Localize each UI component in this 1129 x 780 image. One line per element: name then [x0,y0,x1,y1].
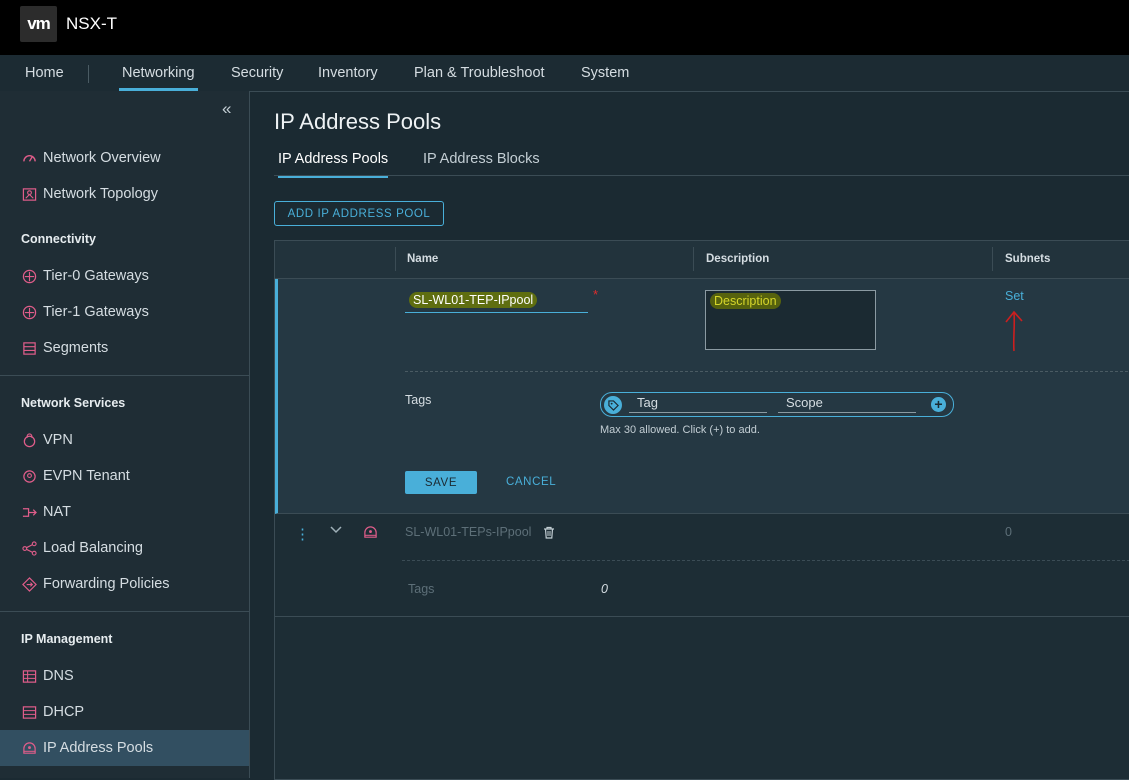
sidebar-item-label: DNS [43,668,74,684]
set-subnets-link[interactable]: Set [1005,289,1024,303]
gateway-icon [21,304,37,320]
sidebar-item-forwarding-policies[interactable]: Forwarding Policies [0,566,249,602]
sidebar-item-tier0[interactable]: Tier-0 Gateways [0,258,249,294]
vmware-logo: vm [20,6,57,42]
ip-pool-icon [21,740,37,756]
sidebar-item-label: DHCP [43,704,85,720]
sidebar-section-connectivity: Connectivity [21,232,97,246]
tag-input[interactable]: Tag [629,395,767,413]
sidebar-item-network-topology[interactable]: Network Topology [0,176,249,212]
nav-security[interactable]: Security [231,55,283,91]
trash-icon[interactable] [543,526,555,544]
nav-system[interactable]: System [581,55,629,91]
sidebar-section-network-services: Network Services [21,396,126,410]
subnet-count: 0 [1005,525,1012,539]
sidebar-item-dhcp[interactable]: DHCP [0,694,249,730]
sidebar-item-dns[interactable]: DNS [0,658,249,694]
cancel-button[interactable]: CANCEL [506,476,556,488]
save-button[interactable]: SAVE [405,471,477,494]
tag-icon [604,396,622,414]
gauge-icon [21,150,37,166]
sidebar-item-label: Forwarding Policies [43,576,170,592]
description-textarea[interactable]: Description [705,290,876,350]
double-chevron-left-icon[interactable]: « [222,99,231,119]
sidebar-item-tier1[interactable]: Tier-1 Gateways [0,294,249,330]
sidebar-item-label: EVPN Tenant [43,468,130,484]
required-indicator: * [593,287,599,302]
add-ip-address-pool-button[interactable]: ADD IP ADDRESS POOL [274,201,444,226]
column-divider [992,247,993,271]
dhcp-icon [21,704,37,720]
sidebar-item-evpn-tenant[interactable]: EVPN Tenant [0,458,249,494]
column-header-subnets[interactable]: Subnets [1005,253,1050,265]
nav-divider [88,65,89,83]
sidebar-item-label: VPN [43,432,73,448]
sidebar-section-ip-management: IP Management [21,632,113,646]
sidebar-item-label: Tier-0 Gateways [43,268,149,284]
sidebar-item-network-overview[interactable]: Network Overview [0,140,249,176]
tenant-icon [21,468,37,484]
column-header-name[interactable]: Name [407,253,438,265]
table-header: Name Description Subnets [275,241,1129,279]
chevron-down-icon[interactable] [329,523,343,542]
segments-icon [21,340,37,356]
nat-icon [21,504,37,520]
sidebar: « Network Overview Network Topology Conn… [0,91,250,778]
table-row: ⋮ SL-WL01-TEPs-IPpool 0 Tags 0 [275,514,1129,617]
tab-ip-address-blocks[interactable]: IP Address Blocks [423,151,540,175]
sidebar-item-label: Load Balancing [43,540,143,556]
sidebar-item-segments[interactable]: Segments [0,330,249,366]
sidebar-item-nat[interactable]: NAT [0,494,249,530]
gateway-icon [21,268,37,284]
sidebar-item-ip-address-pools[interactable]: IP Address Pools [0,730,249,766]
main-nav: Home Networking Security Inventory Plan … [0,55,1129,92]
column-divider [395,247,396,271]
main-content: IP Address Pools IP Address Pools IP Add… [250,91,1129,780]
sidebar-divider [0,611,249,612]
scope-input[interactable]: Scope [778,395,916,413]
sidebar-item-vpn[interactable]: VPN [0,422,249,458]
sidebar-item-label: NAT [43,504,71,520]
tags-label: Tags [408,582,435,596]
kebab-menu-icon[interactable]: ⋮ [295,525,310,543]
tags-help-text: Max 30 allowed. Click (+) to add. [600,424,760,436]
nav-home[interactable]: Home [25,55,64,91]
sidebar-item-load-balancing[interactable]: Load Balancing [0,530,249,566]
tags-label: Tags [405,393,432,407]
ip-pool-icon [363,525,378,545]
tags-count: 0 [601,582,608,596]
nav-plan-troubleshoot[interactable]: Plan & Troubleshoot [414,55,545,91]
page-title: IP Address Pools [274,109,442,134]
sidebar-item-label: Segments [43,340,109,356]
sidebar-divider [0,375,249,376]
vpn-icon [21,432,37,448]
row-divider [402,560,1129,561]
name-input-value: SL-WL01-TEP-IPpool [409,292,538,308]
pool-name[interactable]: SL-WL01-TEPs-IPpool [405,525,531,539]
annotation-arrow-icon [1005,310,1023,352]
row-divider [405,371,1129,372]
description-placeholder: Description [710,293,781,309]
name-input[interactable]: SL-WL01-TEP-IPpool [405,291,588,313]
dns-icon [21,668,37,684]
sidebar-item-label: IP Address Pools [43,740,154,756]
sidebar-item-label: Network Topology [43,186,158,202]
top-bar: vm NSX-T [0,0,1129,55]
tab-divider [274,175,1129,176]
tab-ip-address-pools[interactable]: IP Address Pools [278,151,389,178]
tag-input-group: Tag Scope + [600,392,954,417]
topology-icon [21,186,37,202]
new-pool-edit-row: SL-WL01-TEP-IPpool * Description Set Tag… [275,279,1129,514]
column-divider [693,247,694,271]
app-title: NSX-T [66,14,117,33]
sidebar-item-label: Network Overview [43,150,161,166]
nav-inventory[interactable]: Inventory [318,55,378,91]
nav-networking[interactable]: Networking [119,55,198,91]
column-header-description[interactable]: Description [706,253,769,265]
forwarding-policy-icon [21,576,37,592]
pools-table: Name Description Subnets SL-WL01-TEP-IPp… [274,240,1129,780]
load-balancer-icon [21,540,37,556]
sidebar-item-label: Tier-1 Gateways [43,304,149,320]
add-tag-plus-icon[interactable]: + [931,397,946,412]
